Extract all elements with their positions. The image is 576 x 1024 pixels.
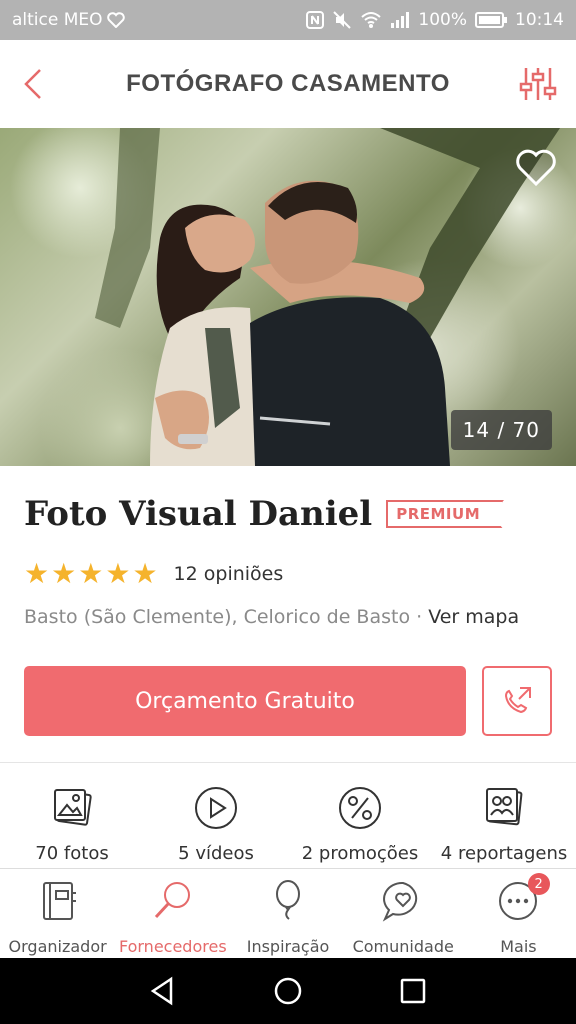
rating-row[interactable]: ★ ★ ★ ★ ★ 12 opiniões [24,560,283,588]
videos-count: 5 vídeos [178,843,254,864]
tab-comunidade[interactable]: Comunidade [346,869,461,958]
promotions-stat[interactable]: 2 promoções [288,763,432,868]
tab-label-mais: Mais [500,937,537,956]
recents-square-icon[interactable] [397,975,429,1007]
media-stats: 70 fotos 5 vídeos 2 promoções 4 reportag… [0,762,576,868]
premium-badge: PREMIUM [386,500,505,530]
vendor-name: Foto Visual Daniel [24,494,373,534]
page-title: FOTÓGRAFO CASAMENTO [126,70,450,97]
carrier: altice MEO [12,10,125,30]
star-icon: ★ [51,557,77,590]
notebook-icon [42,882,76,920]
tab-inspiracao[interactable]: Inspiração [230,869,345,958]
vendor-info: Foto Visual Daniel PREMIUM ★ ★ ★ ★ ★ 12 … [0,466,576,762]
videos-stat[interactable]: 5 vídeos [144,763,288,868]
magnifier-icon [154,882,190,919]
reviews-count[interactable]: 12 opiniões [174,563,284,585]
status-bar: altice MEO 100% 10:14 [0,0,576,40]
location-row: Basto (São Clemente), Celorico de Basto … [24,606,519,628]
star-icon: ★ [24,557,50,590]
percent-icon [339,787,381,829]
filter-sliders-icon[interactable] [518,64,558,104]
notification-badge: 2 [527,873,550,895]
heart-status-icon [106,12,125,28]
promotions-count: 2 promoções [301,843,419,864]
signal-icon [390,11,410,29]
balloon-icon [276,880,300,920]
bottom-tab-bar: Organizador Fornecedores Inspiração Comu… [0,868,576,958]
tab-organizador[interactable]: Organizador [0,869,115,958]
star-icon: ★ [78,557,104,590]
home-circle-icon[interactable] [272,975,304,1007]
back-triangle-icon[interactable] [147,975,179,1007]
view-map-link[interactable]: Ver mapa [428,606,519,628]
gallery-photo[interactable]: 14 / 70 [0,128,576,466]
reports-count: 4 reportagens [440,843,568,864]
cta-row: Orçamento Gratuito [24,666,552,736]
video-play-icon [195,787,237,829]
photo-counter: 14 / 70 [450,410,552,450]
photos-icon [54,789,92,826]
photos-count: 70 fotos [35,843,109,864]
photos-stat[interactable]: 70 fotos [0,763,144,868]
nfc-icon [306,11,325,29]
back-arrow-icon[interactable] [20,66,48,102]
battery-percent: 100% [418,10,467,30]
mute-icon [332,11,352,29]
chat-heart-icon [382,881,418,922]
battery-icon [475,12,507,28]
tab-label-fornecedores: Fornecedores [118,937,227,956]
status-right: 100% 10:14 [306,10,564,30]
carrier-name: altice MEO [12,10,103,30]
reports-stat[interactable]: 4 reportagens [432,763,576,868]
vendor-name-row: Foto Visual Daniel PREMIUM [24,494,505,534]
location-separator: · [410,606,429,628]
star-icon: ★ [132,557,158,590]
location-text: Basto (São Clemente), Celorico de Basto [24,606,411,628]
favorite-heart-icon[interactable] [514,146,558,190]
clock: 10:14 [515,10,564,30]
star-icon: ★ [105,557,131,590]
tab-fornecedores[interactable]: Fornecedores [115,869,230,958]
call-button[interactable] [482,666,552,736]
app-header: FOTÓGRAFO CASAMENTO [0,40,576,128]
album-icon [486,788,523,826]
system-nav-bar [0,958,576,1024]
phone-call-icon [504,687,531,714]
free-quote-button[interactable]: Orçamento Gratuito [24,666,466,736]
tab-mais[interactable]: 2 Mais [461,869,576,958]
star-rating: ★ ★ ★ ★ ★ [24,560,158,588]
wifi-icon [360,11,382,29]
tab-label-inspiracao: Inspiração [246,937,330,956]
tab-label-organizador: Organizador [8,937,107,956]
tab-label-comunidade: Comunidade [352,937,454,956]
